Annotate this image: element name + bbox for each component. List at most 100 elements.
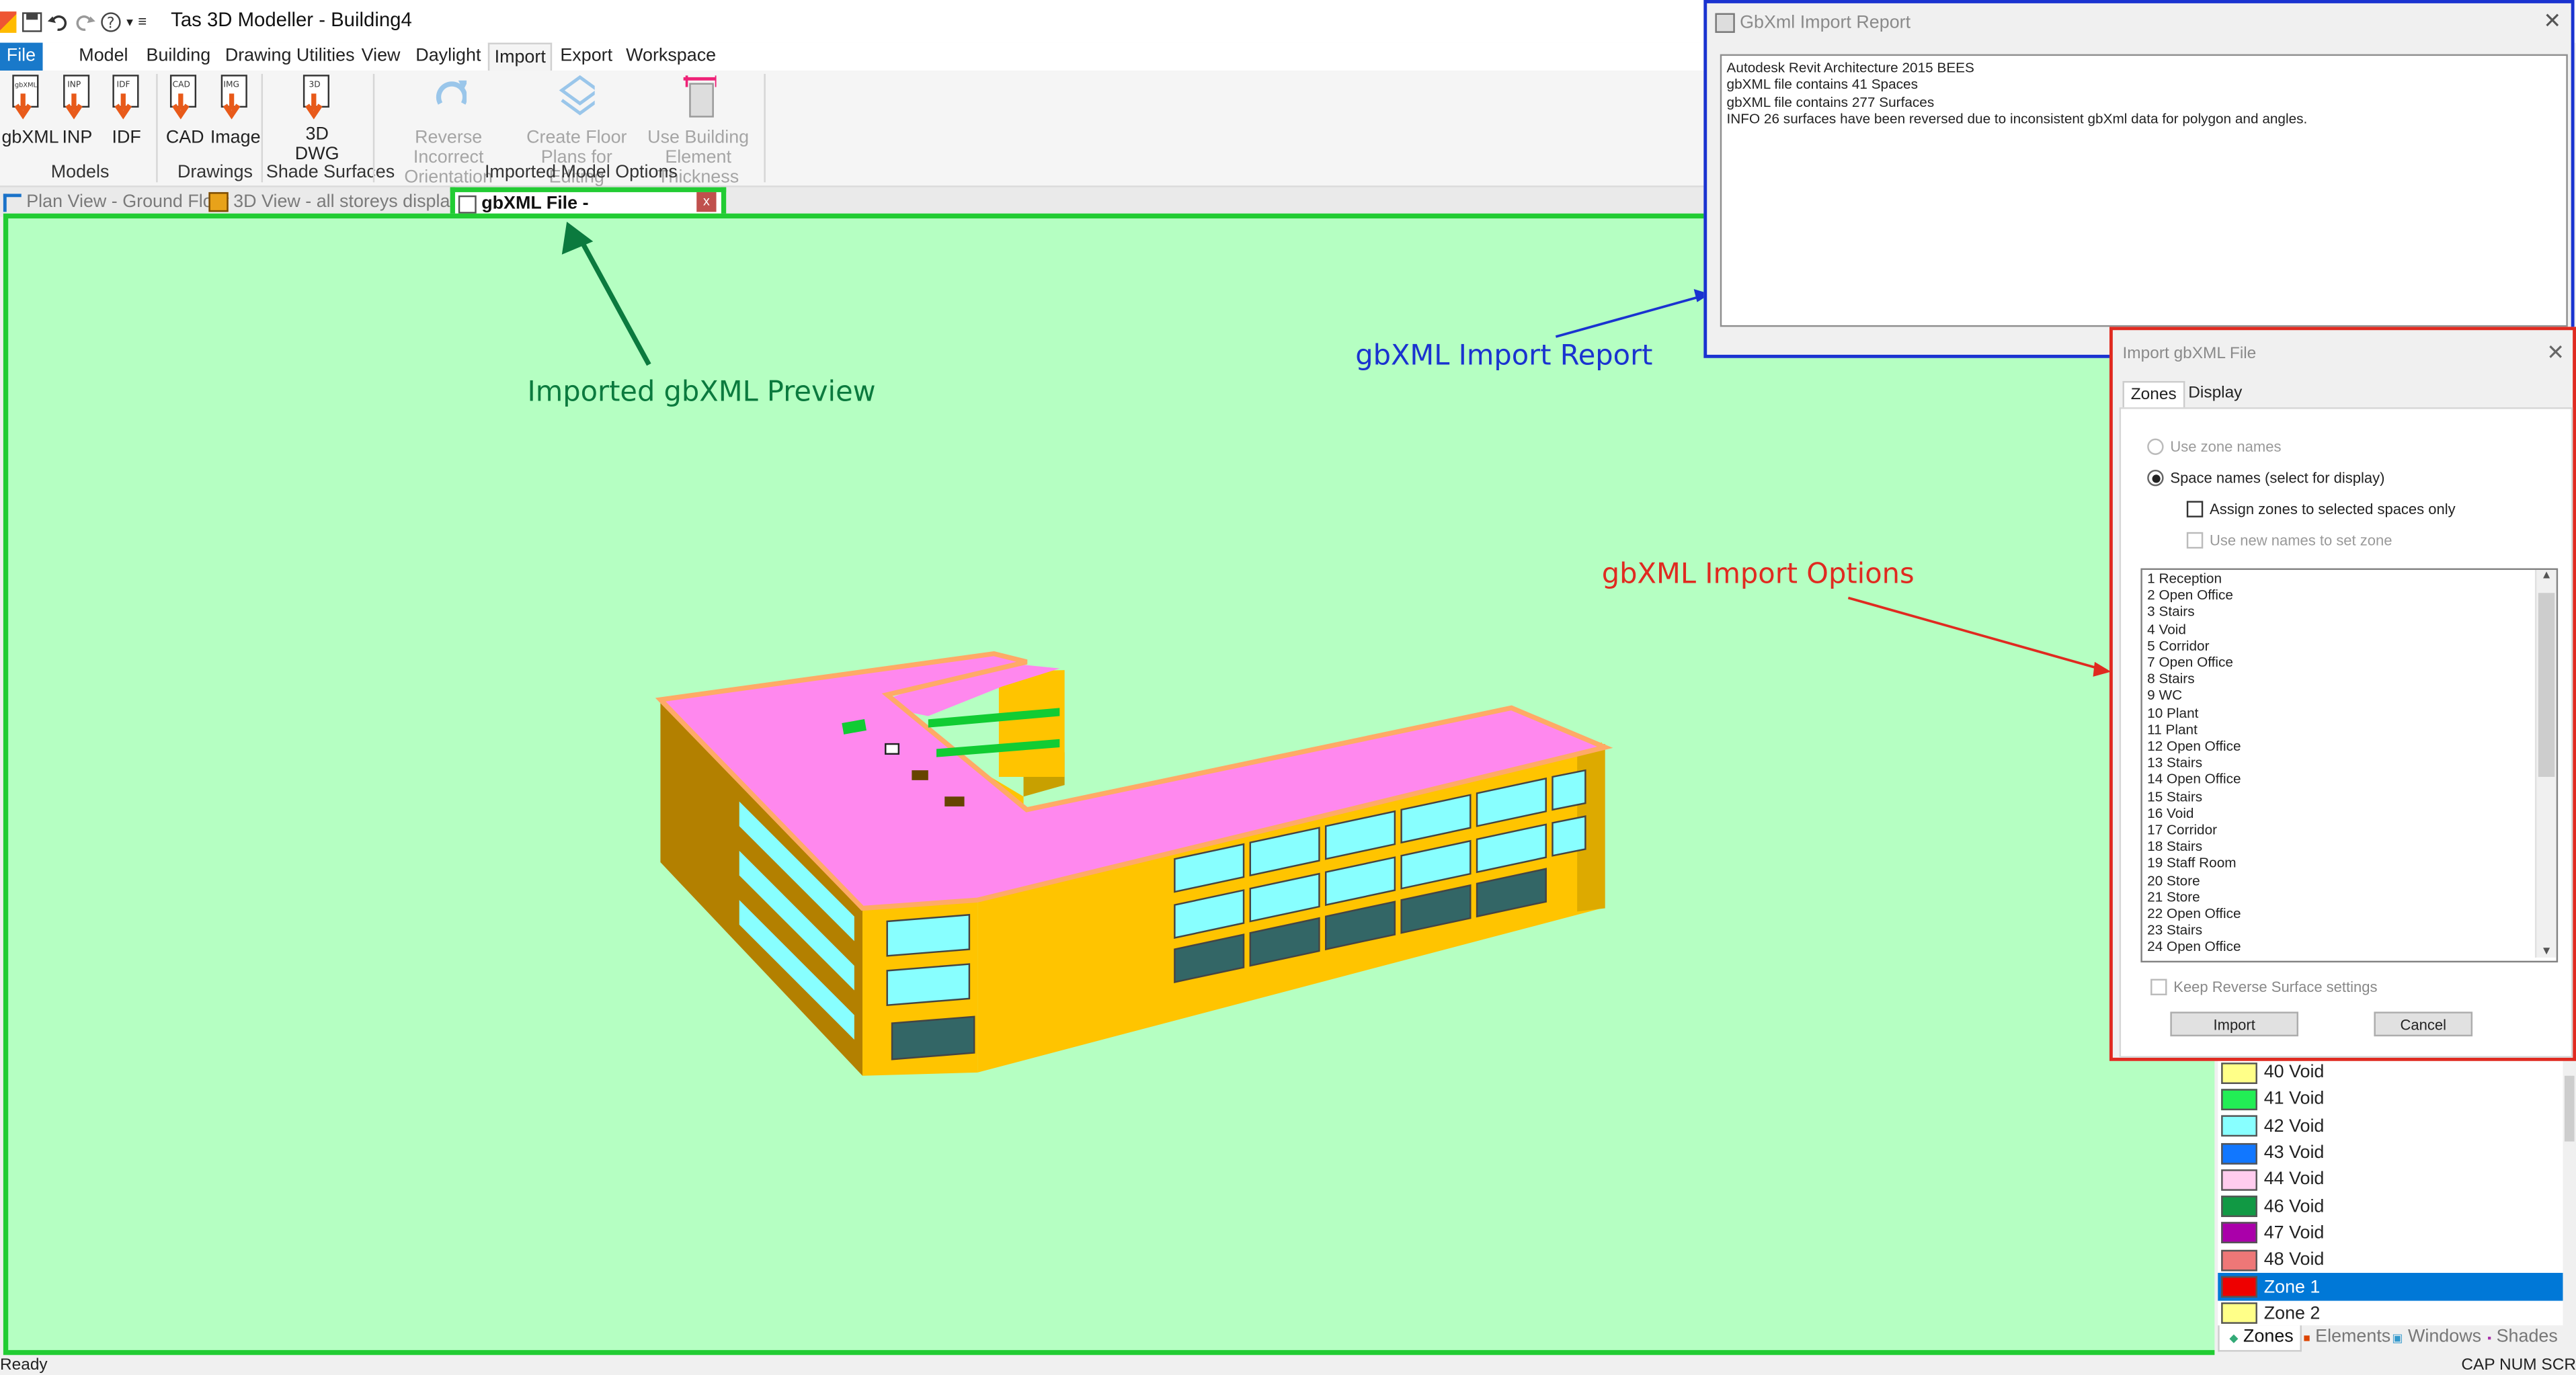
space-list-item[interactable]: 3 Stairs: [2142, 603, 2557, 620]
import-image-button[interactable]: IMG Image: [210, 74, 261, 148]
use-zone-names-option[interactable]: Use zone names: [2147, 438, 2281, 455]
space-names-option[interactable]: Space names (select for display): [2147, 469, 2384, 487]
tab-drawing-utilities[interactable]: Drawing Utilities: [225, 43, 355, 71]
undo-icon[interactable]: [47, 11, 69, 32]
space-list-item[interactable]: 14 Open Office: [2142, 771, 2557, 788]
gbxml-preview-viewport[interactable]: Imported gbXML Preview gbXML Import Repo…: [3, 213, 2222, 1356]
tab-daylight[interactable]: Daylight: [415, 43, 481, 71]
tab-view[interactable]: View: [362, 43, 401, 71]
tab-import[interactable]: Import: [487, 42, 553, 73]
tab-display[interactable]: Display: [2181, 381, 2249, 407]
cad-icon-label: CAD: [173, 80, 190, 89]
space-list-item[interactable]: 9 WC: [2142, 688, 2557, 704]
tab-gbxml-file[interactable]: gbXML File - rooflights3.xml: [450, 187, 727, 238]
zones-scrollbar[interactable]: [2563, 1059, 2576, 1326]
bottom-tab-windows[interactable]: ▣ Windows: [2392, 1325, 2481, 1350]
space-list-item[interactable]: 21 Store: [2142, 888, 2557, 905]
space-list-item[interactable]: 20 Store: [2142, 872, 2557, 888]
zone-list-item[interactable]: 43 Void: [2218, 1140, 2563, 1167]
tab-export[interactable]: Export: [560, 43, 612, 71]
dwg-label-line1: 3D: [305, 124, 329, 145]
image-file-icon: IMG: [220, 75, 247, 120]
zone-list-item[interactable]: 46 Void: [2218, 1193, 2563, 1220]
panel-bottom-tabs: ◆ Zones ■ Elements ▣ Windows ▪ Shades: [2218, 1325, 2576, 1352]
assign-selected-label: Assign zones to selected spaces only: [2210, 501, 2456, 517]
import-cad-button[interactable]: CAD CAD: [166, 74, 204, 148]
scroll-down-icon[interactable]: ▼: [2536, 946, 2556, 958]
assign-selected-option[interactable]: Assign zones to selected spaces only: [2186, 501, 2456, 517]
tab-3d-view[interactable]: 3D View - all storeys displayed: [208, 188, 479, 217]
import-idf-button[interactable]: IDF IDF: [108, 74, 145, 148]
space-names-radio[interactable]: [2147, 469, 2164, 487]
help-icon[interactable]: ?: [100, 11, 122, 32]
use-zone-names-radio[interactable]: [2147, 438, 2164, 455]
assign-selected-checkbox[interactable]: [2186, 501, 2204, 517]
space-list-item[interactable]: 22 Open Office: [2142, 905, 2557, 922]
space-list-item[interactable]: 17 Corridor: [2142, 821, 2557, 838]
zone-list-item[interactable]: Zone 2: [2218, 1300, 2563, 1327]
zone-list-item[interactable]: 47 Void: [2218, 1220, 2563, 1247]
spaces-listbox[interactable]: ▲ ▼ 1 Reception 2 Open Office 3 Stairs 4 Vo…: [2140, 568, 2559, 963]
tab-model[interactable]: Model: [79, 43, 128, 71]
space-list-item[interactable]: 15 Stairs: [2142, 788, 2557, 804]
space-list-item[interactable]: 5 Corridor: [2142, 637, 2557, 654]
tab-workspace[interactable]: Workspace: [626, 43, 716, 71]
zone-list-item[interactable]: 41 Void: [2218, 1086, 2563, 1113]
gbxml-file-icon: gbXML: [12, 75, 39, 120]
use-new-names-option[interactable]: Use new names to set zone: [2186, 532, 2392, 549]
zone-list-item[interactable]: 40 Void: [2218, 1059, 2563, 1086]
scroll-up-icon[interactable]: ▲: [2536, 570, 2556, 581]
import-inp-button[interactable]: INP INP: [59, 74, 95, 148]
zones-list[interactable]: 40 Void 41 Void 42 Void 43 Void 44 Void 46 Vo…: [2218, 1059, 2563, 1327]
import-button[interactable]: Import: [2170, 1011, 2299, 1037]
zone-list-item[interactable]: 44 Void: [2218, 1167, 2563, 1194]
app-logo-icon[interactable]: [0, 10, 17, 32]
tab-building[interactable]: Building: [147, 43, 211, 71]
keep-reverse-option[interactable]: Keep Reverse Surface settings: [2150, 978, 2378, 996]
space-list-item[interactable]: 8 Stairs: [2142, 671, 2557, 688]
import-dialog-close-icon[interactable]: ✕: [2546, 340, 2565, 366]
bottom-tab-shades[interactable]: ▪ Shades: [2487, 1325, 2558, 1350]
import-3d-dwg-button[interactable]: 3D 3D DWG: [291, 74, 344, 164]
tab-zones[interactable]: Zones: [2122, 380, 2185, 409]
spaces-scrollbar[interactable]: ▲ ▼: [2534, 570, 2557, 958]
redo-icon[interactable]: [74, 11, 95, 32]
save-icon[interactable]: [22, 11, 43, 32]
zone-name: 47 Void: [2263, 1223, 2325, 1243]
space-list-item[interactable]: 24 Open Office: [2142, 939, 2557, 956]
space-list-item[interactable]: 2 Open Office: [2142, 587, 2557, 603]
zone-list-item[interactable]: Zone 1: [2218, 1273, 2563, 1300]
space-list-item[interactable]: 7 Open Office: [2142, 654, 2557, 671]
space-list-item[interactable]: 11 Plant: [2142, 720, 2557, 737]
zone-list-item[interactable]: 48 Void: [2218, 1247, 2563, 1274]
space-list-item[interactable]: 4 Void: [2142, 620, 2557, 637]
report-close-icon[interactable]: ✕: [2543, 8, 2561, 34]
space-list-item[interactable]: 18 Stairs: [2142, 838, 2557, 855]
spaces-scroll-thumb[interactable]: [2538, 593, 2555, 777]
zones-scroll-thumb[interactable]: [2564, 1075, 2575, 1142]
zone-color-swatch: [2221, 1089, 2257, 1110]
tab-plan-view[interactable]: Plan View - Ground Floor: [3, 188, 229, 217]
space-list-item[interactable]: 13 Stairs: [2142, 754, 2557, 771]
cancel-button[interactable]: Cancel: [2374, 1011, 2473, 1037]
space-list-item[interactable]: 1 Reception: [2142, 570, 2557, 587]
bottom-tab-zones[interactable]: ◆ Zones: [2218, 1325, 2302, 1352]
space-list-item[interactable]: 10 Plant: [2142, 704, 2557, 721]
customize-qat-icon[interactable]: ≡: [138, 13, 147, 30]
shade-surfaces-group-label: Shade Surfaces: [266, 162, 395, 183]
help-dropdown-icon[interactable]: ▾: [126, 14, 133, 29]
space-list-item[interactable]: 19 Staff Room: [2142, 855, 2557, 872]
preview-arrow: [577, 237, 651, 366]
report-text-area[interactable]: Autodesk Revit Architecture 2015 BEES gb…: [1720, 54, 2568, 327]
close-tab-icon[interactable]: x: [696, 192, 717, 212]
tab-file[interactable]: File: [0, 42, 42, 71]
keep-reverse-checkbox[interactable]: [2150, 978, 2167, 996]
use-new-names-checkbox[interactable]: [2186, 532, 2204, 549]
window-title: Tas 3D Modeller - Building4: [171, 8, 412, 32]
space-list-item[interactable]: 16 Void: [2142, 804, 2557, 821]
space-list-item[interactable]: 23 Stairs: [2142, 922, 2557, 939]
bottom-tab-elements[interactable]: ■ Elements: [2303, 1325, 2390, 1350]
space-list-item[interactable]: 12 Open Office: [2142, 737, 2557, 754]
import-gbxml-button[interactable]: gbXML gbXML: [1, 74, 59, 148]
zone-list-item[interactable]: 42 Void: [2218, 1113, 2563, 1140]
